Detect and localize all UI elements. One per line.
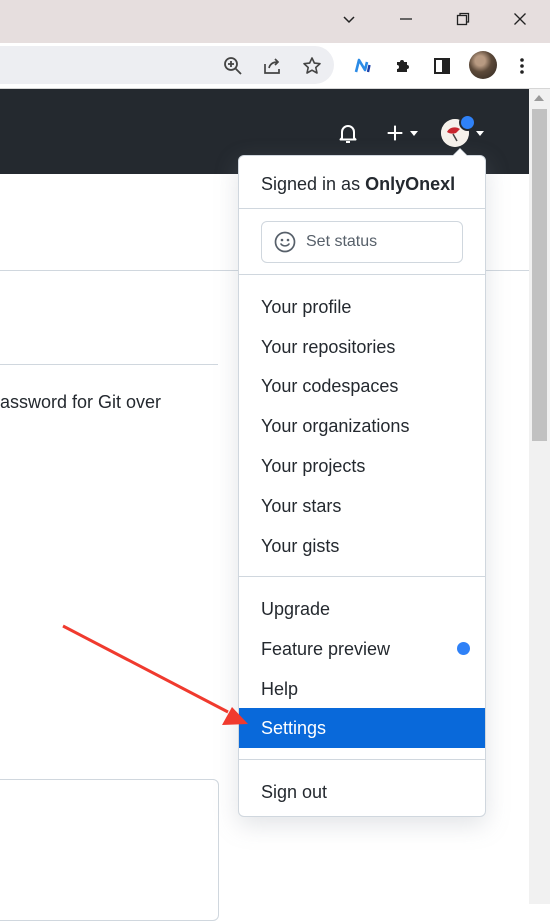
user-dropdown-menu: Signed in as OnlyOnexl Set status Your p… xyxy=(238,148,486,817)
caret-down-icon xyxy=(410,130,418,136)
menu-item-label: Your organizations xyxy=(261,415,410,436)
menu-item-help[interactable]: Help xyxy=(239,669,485,709)
menu-item-your-codespaces[interactable]: Your codespaces xyxy=(239,366,485,406)
star-icon[interactable] xyxy=(298,52,326,80)
menu-item-sign-out[interactable]: Sign out xyxy=(239,772,485,812)
menu-item-label: Upgrade xyxy=(261,598,331,619)
menu-item-your-projects[interactable]: Your projects xyxy=(239,446,485,486)
menu-item-feature-preview[interactable]: Feature preview xyxy=(239,629,485,669)
scroll-up-arrow-icon[interactable] xyxy=(534,95,544,101)
username: OnlyOnexl xyxy=(365,174,456,194)
menu-item-your-gists[interactable]: Your gists xyxy=(239,526,485,566)
menu-item-label: Feature preview xyxy=(261,638,391,659)
menu-item-label: Help xyxy=(261,678,299,699)
menu-divider xyxy=(239,759,485,760)
menu-item-your-stars[interactable]: Your stars xyxy=(239,486,485,526)
menu-item-your-profile[interactable]: Your profile xyxy=(239,287,485,327)
signed-in-prefix: Signed in as xyxy=(261,174,361,194)
browser-titlebar xyxy=(0,0,550,43)
page-description-text: assword for Git over xyxy=(0,392,162,412)
zoom-icon[interactable] xyxy=(219,52,247,80)
menu-item-label: Settings xyxy=(261,717,327,738)
menu-divider xyxy=(239,274,485,275)
sidepanel-icon[interactable] xyxy=(428,52,456,80)
smiley-icon xyxy=(274,231,296,253)
menu-item-settings[interactable]: Settings xyxy=(239,708,485,748)
bell-icon[interactable] xyxy=(334,119,362,147)
menu-item-label: Sign out xyxy=(261,781,328,802)
content-box xyxy=(0,779,219,921)
set-status-button[interactable]: Set status xyxy=(261,221,463,263)
menu-divider xyxy=(239,576,485,577)
menu-item-your-organizations[interactable]: Your organizations xyxy=(239,406,485,446)
set-status-label: Set status xyxy=(306,233,378,250)
share-icon[interactable] xyxy=(258,52,286,80)
menu-item-your-repositories[interactable]: Your repositories xyxy=(239,327,485,367)
close-icon[interactable] xyxy=(498,0,542,38)
restore-icon[interactable] xyxy=(441,0,485,38)
chevron-down-icon[interactable] xyxy=(327,0,371,38)
menu-item-label: Your projects xyxy=(261,455,366,476)
profile-avatar[interactable] xyxy=(469,51,497,79)
menu-item-label: Your gists xyxy=(261,535,340,556)
vertical-scrollbar[interactable] xyxy=(529,89,550,904)
menu-item-label: Your codespaces xyxy=(261,375,399,396)
signed-in-label: Signed in as OnlyOnexl xyxy=(261,174,455,195)
puzzle-icon[interactable] xyxy=(389,52,417,80)
avatar-caret-icon xyxy=(476,131,484,136)
section-divider xyxy=(0,364,218,365)
minimize-icon[interactable] xyxy=(384,0,428,38)
more-icon[interactable] xyxy=(508,52,536,80)
plus-icon[interactable] xyxy=(380,119,422,147)
menu-item-label: Your profile xyxy=(261,296,352,317)
extension-n-icon[interactable] xyxy=(349,52,377,80)
menu-item-upgrade[interactable]: Upgrade xyxy=(239,589,485,629)
menu-divider xyxy=(239,208,485,209)
menu-item-label: Your stars xyxy=(261,495,342,516)
menu-item-label: Your repositories xyxy=(261,336,396,357)
feature-preview-dot xyxy=(457,642,470,655)
scroll-thumb[interactable] xyxy=(532,109,547,441)
browser-toolbar xyxy=(0,43,550,89)
notification-dot xyxy=(459,114,476,131)
